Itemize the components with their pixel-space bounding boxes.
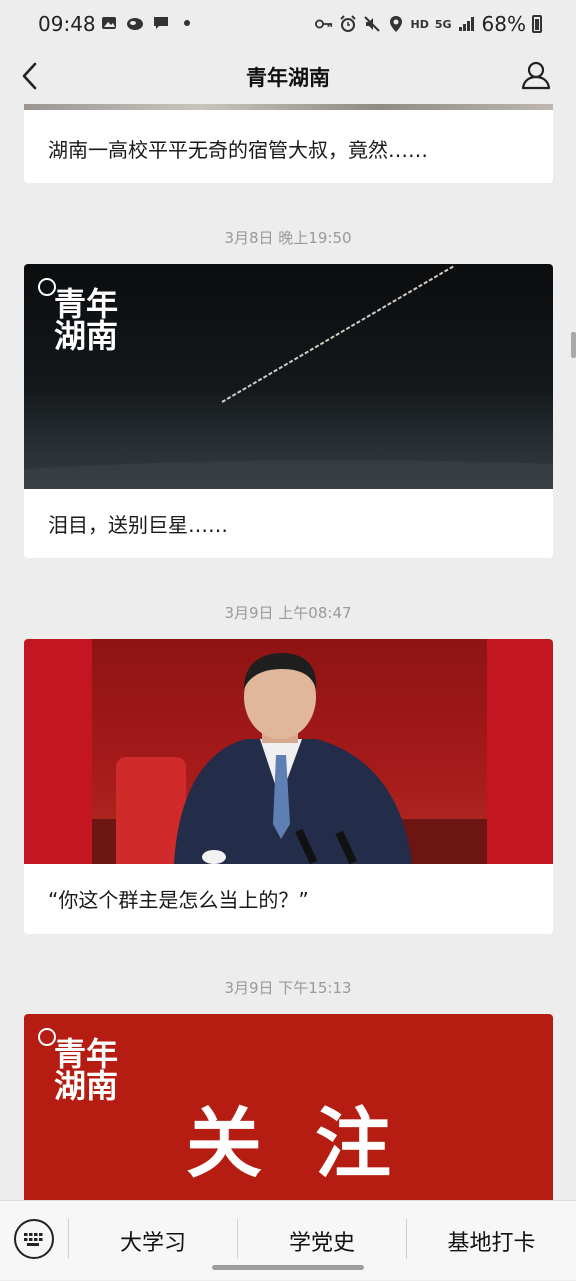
page-title: 青年湖南 <box>246 66 330 90</box>
article-feed: 湖南一高校平平无奇的宿管大叔，竟然…… 3月8日 晚上19:50 青年 湖南 泪… <box>0 104 576 1200</box>
article-image: 青年 湖南 <box>24 264 553 489</box>
user-icon <box>521 61 551 90</box>
message-icon <box>152 14 170 32</box>
home-indicator[interactable] <box>212 1265 364 1270</box>
message-timestamp: 3月9日 下午15:13 <box>224 979 352 997</box>
article-title: 泪目，送别巨星…… <box>48 513 228 537</box>
keyboard-toggle-button[interactable] <box>14 1219 54 1259</box>
location-icon <box>387 15 405 33</box>
dot-icon <box>178 14 196 32</box>
signal-icon <box>458 15 476 33</box>
banner-text: 关 注 <box>186 1099 391 1188</box>
article-image <box>24 639 553 864</box>
status-bar: 09:48 HD 5G 68% <box>0 0 576 48</box>
gallery-icon <box>100 14 118 32</box>
scrollbar[interactable] <box>571 332 576 358</box>
mute-icon <box>363 15 381 33</box>
article-title: “你这个群主是怎么当上的？” <box>48 888 309 912</box>
profile-button[interactable] <box>520 59 552 91</box>
battery-icon <box>532 15 542 33</box>
alarm-icon <box>339 15 357 33</box>
hd-indicator: HD <box>410 17 429 31</box>
article-card[interactable]: 青年 湖南 泪目，送别巨星…… <box>24 264 553 558</box>
message-timestamp: 3月9日 上午08:47 <box>224 604 352 622</box>
logo-text-top: 青年 <box>54 285 119 323</box>
article-image <box>24 104 553 110</box>
article-title: 湖南一高校平平无奇的宿管大叔，竟然…… <box>48 138 428 162</box>
status-time: 09:48 <box>38 12 96 36</box>
status-system-icons: HD 5G 68% <box>314 12 542 36</box>
message-timestamp: 3月8日 晚上19:50 <box>224 229 352 247</box>
nav-bar: 青年湖南 <box>0 48 576 104</box>
menu-item-jididaka[interactable]: 基地打卡 <box>407 1201 576 1281</box>
brand-logo: 青年 湖南 <box>54 288 118 352</box>
logo-text-bottom: 湖南 <box>54 317 119 355</box>
key-icon <box>314 15 333 33</box>
logo-text-top: 青年 <box>54 1035 119 1073</box>
article-card[interactable]: “你这个群主是怎么当上的？” <box>24 639 553 934</box>
article-image: 青年 湖南 关 注 <box>24 1014 553 1200</box>
keyboard-icon <box>24 1233 43 1246</box>
network-type: 5G <box>434 17 452 31</box>
battery-percent: 68% <box>481 12 526 36</box>
article-card[interactable]: 湖南一高校平平无奇的宿管大叔，竟然…… <box>24 104 553 183</box>
speaker-figure <box>174 653 412 864</box>
weather-icon <box>126 14 144 32</box>
article-card[interactable]: 青年 湖南 关 注 <box>24 1014 553 1200</box>
status-notification-icons <box>100 14 196 32</box>
